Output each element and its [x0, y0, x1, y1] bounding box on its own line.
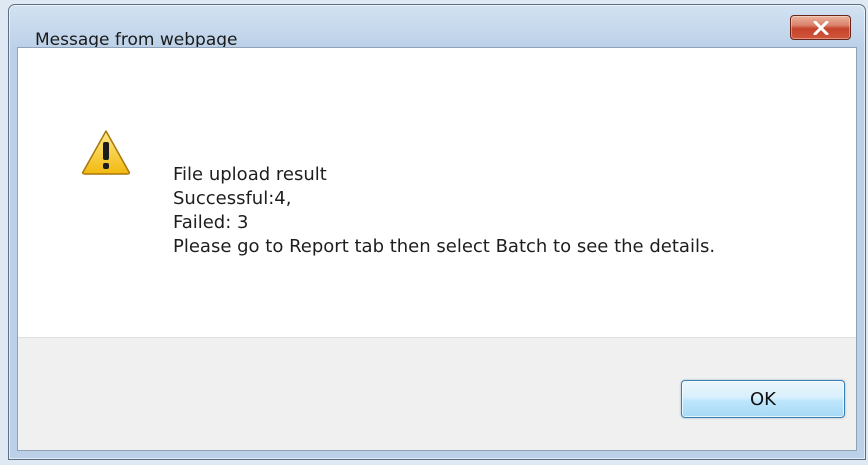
message-heading: File upload result: [173, 164, 327, 185]
dialog-body: File upload result Successful:4, Failed:…: [17, 47, 857, 451]
title-bar[interactable]: Message from webpage: [9, 5, 865, 50]
close-button[interactable]: [790, 15, 851, 40]
dialog-window: Message from webpage File upload result …: [8, 4, 866, 460]
ok-button[interactable]: OK: [681, 380, 845, 418]
message-failed: Failed: 3: [173, 212, 249, 233]
warning-icon: [82, 130, 130, 175]
message-instruction: Please go to Report tab then select Batc…: [173, 236, 716, 257]
message-successful: Successful:4,: [173, 188, 292, 209]
close-x-icon: [813, 21, 829, 35]
message-text: File upload result Successful:4, Failed:…: [173, 163, 715, 259]
button-bar: OK: [18, 337, 856, 450]
